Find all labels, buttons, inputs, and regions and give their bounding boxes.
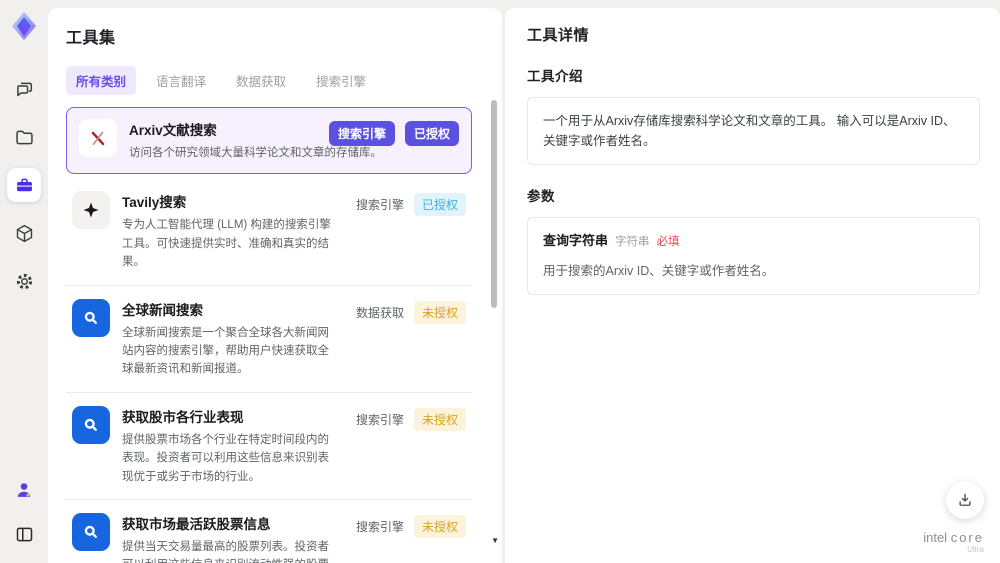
tool-badges: 搜索引擎 已授权 — [356, 191, 466, 271]
tool-badges: 数据获取 未授权 — [356, 299, 466, 379]
chat-icon[interactable] — [7, 72, 41, 106]
params-heading: 参数 — [527, 189, 555, 204]
tool-auth-badge: 已授权 — [413, 193, 466, 217]
download-icon — [959, 493, 971, 506]
tool-main: 获取股市各行业表现 提供股票市场各个行业在特定时间段内的表现。投资者可以利用这些… — [122, 406, 344, 486]
tool-category-badge[interactable]: 搜索引擎 — [328, 121, 395, 146]
settings-gear-icon[interactable] — [7, 264, 41, 298]
tool-list-item[interactable]: 获取市场最活跃股票信息 提供当天交易量最高的股票列表。投资者可以利用这些信息来识… — [66, 499, 472, 563]
tool-description: 提供当天交易量最高的股票列表。投资者可以利用这些信息来识别流动性强的股票和潜在的… — [122, 540, 329, 563]
app-window: 工具集 所有类别 语言翻译 数据获取 搜索引擎 Arxiv文献搜索 访问各个研究… — [0, 0, 1000, 563]
tool-badges: 搜索引擎 未授权 — [356, 513, 466, 563]
tool-auth-badge[interactable]: 已授权 — [404, 121, 459, 146]
tool-badges: 搜索引擎 已授权 — [328, 119, 459, 162]
tool-description: 访问各个研究领域大量科学论文和文章的存储库。 — [129, 147, 382, 159]
tool-auth-badge: 未授权 — [413, 407, 466, 431]
tool-list-item[interactable]: 获取股市各行业表现 提供股票市场各个行业在特定时间段内的表现。投资者可以利用这些… — [66, 392, 472, 500]
intel-core-logo: intel core Ultra — [923, 529, 984, 555]
detail-title: 工具详情 — [527, 27, 590, 44]
rail-nav — [7, 72, 41, 298]
tool-category-badge: 搜索引擎 — [355, 519, 404, 534]
tool-description: 全球新闻搜索是一个聚合全球各大新闻网站内容的搜索引擎，帮助用户快速获取全球最新资… — [122, 326, 329, 376]
tool-list-panel: 工具集 所有类别 语言翻译 数据获取 搜索引擎 Arxiv文献搜索 访问各个研究… — [48, 8, 502, 563]
avatar[interactable] — [7, 473, 41, 507]
page-title: 工具集 — [66, 30, 116, 47]
tool-main: Tavily搜索 专为人工智能代理 (LLM) 构建的搜索引擎工具。可快速提供实… — [122, 191, 344, 271]
app-logo-icon — [8, 10, 40, 42]
tool-badges: 搜索引擎 未授权 — [356, 406, 466, 486]
stock-search-icon — [72, 512, 110, 551]
tool-auth-badge: 未授权 — [413, 300, 466, 324]
cube-icon[interactable] — [7, 216, 41, 250]
tab-search-engine[interactable]: 搜索引擎 — [306, 66, 376, 95]
rail-bottom — [7, 473, 41, 563]
folder-icon[interactable] — [7, 120, 41, 154]
tool-main: 全球新闻搜索 全球新闻搜索是一个聚合全球各大新闻网站内容的搜索引擎，帮助用户快速… — [122, 299, 344, 379]
tool-main: 获取市场最活跃股票信息 提供当天交易量最高的股票列表。投资者可以利用这些信息来识… — [122, 513, 344, 563]
tool-name: Arxiv文献搜索 — [129, 123, 217, 138]
tool-description: 提供股票市场各个行业在特定时间段内的表现。投资者可以利用这些信息来识别表现优于或… — [122, 433, 329, 483]
tab-data-fetch[interactable]: 数据获取 — [226, 66, 296, 95]
tool-category-badge: 搜索引擎 — [355, 412, 404, 427]
download-button[interactable] — [946, 481, 984, 519]
stock-search-icon — [72, 405, 110, 444]
tool-list: Arxiv文献搜索 访问各个研究领域大量科学论文和文章的存储库。 搜索引擎 已授… — [66, 107, 486, 563]
tool-category-badge: 搜索引擎 — [355, 198, 404, 213]
news-search-icon — [72, 298, 110, 337]
content-area: 工具集 所有类别 语言翻译 数据获取 搜索引擎 Arxiv文献搜索 访问各个研究… — [48, 0, 1000, 563]
intro-card: 一个用于从Arxiv存储库搜索科学论文和文章的工具。 输入可以是Arxiv ID… — [527, 97, 980, 165]
scrollbar[interactable] — [491, 100, 497, 308]
param-name: 查询字符串 — [543, 233, 609, 248]
tool-name: 全球新闻搜索 — [122, 302, 203, 318]
tab-all-categories[interactable]: 所有类别 — [66, 66, 137, 95]
tool-detail-panel: 工具详情 工具介绍 一个用于从Arxiv存储库搜索科学论文和文章的工具。 输入可… — [505, 8, 1000, 563]
tool-auth-badge: 未授权 — [413, 514, 466, 538]
tool-name: Tavily搜索 — [122, 195, 187, 211]
param-type: 字符串 — [615, 236, 650, 248]
tab-language-translation[interactable]: 语言翻译 — [146, 66, 216, 95]
tool-name: 获取市场最活跃股票信息 — [122, 516, 271, 532]
param-card: 查询字符串 字符串 必填 用于搜索的Arxiv ID、关键字或作者姓名。 — [527, 217, 980, 295]
tavily-icon — [72, 191, 110, 230]
arxiv-icon — [79, 119, 117, 157]
tool-name: 获取股市各行业表现 — [122, 409, 244, 425]
category-tabs: 所有类别 语言翻译 数据获取 搜索引擎 — [66, 66, 486, 95]
tool-list-item[interactable]: Tavily搜索 专为人工智能代理 (LLM) 构建的搜索引擎工具。可快速提供实… — [66, 178, 472, 286]
param-header: 查询字符串 字符串 必填 — [543, 231, 964, 252]
tool-description: 专为人工智能代理 (LLM) 构建的搜索引擎工具。可快速提供实时、准确和真实的结… — [122, 219, 331, 269]
collapse-panel-icon[interactable] — [7, 517, 41, 551]
intro-heading: 工具介绍 — [527, 69, 583, 84]
param-required-badge: 必填 — [656, 236, 680, 248]
left-rail — [0, 0, 48, 563]
intel-core-sub-label: Ultra — [967, 545, 984, 555]
toolbox-icon[interactable] — [7, 168, 41, 202]
intro-text: 一个用于从Arxiv存储库搜索科学论文和文章的工具。 输入可以是Arxiv ID… — [543, 114, 956, 148]
tool-list-item[interactable]: 全球新闻搜索 全球新闻搜索是一个聚合全球各大新闻网站内容的搜索引擎，帮助用户快速… — [66, 285, 472, 393]
tool-main: Arxiv文献搜索 访问各个研究领域大量科学论文和文章的存储库。 — [129, 119, 382, 162]
tool-list-item[interactable]: Arxiv文献搜索 访问各个研究领域大量科学论文和文章的存储库。 搜索引擎 已授… — [66, 107, 472, 175]
param-description: 用于搜索的Arxiv ID、关键字或作者姓名。 — [543, 263, 775, 278]
scroll-down-indicator[interactable]: ▼ — [491, 537, 499, 545]
tool-category-badge: 数据获取 — [355, 305, 404, 320]
